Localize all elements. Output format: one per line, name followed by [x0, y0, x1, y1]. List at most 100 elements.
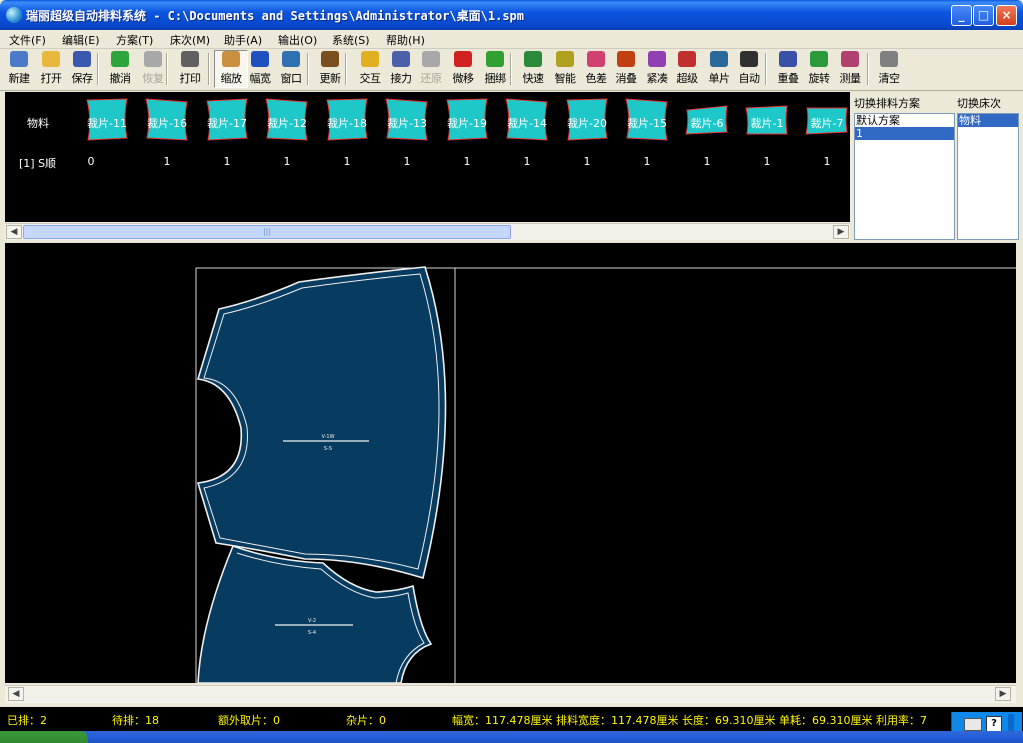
- canvas-scrollbar[interactable]: ◀ ▶: [5, 685, 1016, 703]
- toolbar-button-24[interactable]: 旋转: [803, 51, 835, 86]
- piece-thumbnail[interactable]: 裁片-16: [143, 98, 191, 144]
- keyboard-icon[interactable]: [964, 718, 982, 731]
- refresh-brush-icon: [321, 51, 339, 67]
- piece-thumbnail[interactable]: 裁片-20: [563, 98, 611, 144]
- piece-name: 裁片-13: [387, 117, 427, 130]
- toolbar-button-22[interactable]: 自动: [733, 51, 765, 86]
- toolbar-button-2[interactable]: 保存: [66, 51, 98, 86]
- scroll-thumb[interactable]: |||: [23, 225, 511, 239]
- menu-system[interactable]: 系统(S): [332, 32, 370, 48]
- piece-thumbnail[interactable]: 裁片-18: [323, 98, 371, 144]
- status-misc: 杂片：0: [346, 714, 386, 727]
- piece-thumbnail[interactable]: 裁片-13: [383, 98, 431, 144]
- toolbar-button-12[interactable]: 还原: [415, 51, 447, 86]
- toolbar-button-label: 超级: [676, 72, 699, 85]
- toolbar-button-21[interactable]: 单片: [703, 51, 735, 86]
- toolbar-button-label: 旋转: [808, 72, 831, 85]
- menu-output[interactable]: 输出(O): [278, 32, 317, 48]
- toolbar-button-label: 新建: [8, 72, 31, 85]
- toolbar-button-3[interactable]: 撤消: [104, 51, 136, 86]
- toolbar-button-26[interactable]: 清空: [873, 51, 905, 86]
- size-row-label: [1] S顺: [19, 157, 57, 170]
- pointer-arrow-icon: [361, 51, 379, 67]
- piece-b-label: V-2: [308, 618, 316, 624]
- toolbar-button-label: 消叠: [615, 72, 638, 85]
- piece-thumbnail[interactable]: 裁片-14: [503, 98, 551, 144]
- piece-thumbnail[interactable]: 裁片-1: [743, 98, 791, 144]
- toolbar-button-5[interactable]: 打印: [174, 51, 206, 86]
- toolbar-button-4[interactable]: 恢复: [137, 51, 169, 86]
- piece-count: 1: [523, 155, 531, 168]
- toolbar-button-1[interactable]: 打开: [35, 51, 67, 86]
- menu-edit[interactable]: 编辑(E): [62, 32, 100, 48]
- scheme-item[interactable]: 默认方案: [855, 114, 954, 127]
- toolbar-button-20[interactable]: 超级: [671, 51, 703, 86]
- compact-icon: [648, 51, 666, 67]
- measure-ruler-icon: [841, 51, 859, 67]
- piece-strip-scrollbar[interactable]: ◀ ||| ▶: [5, 223, 850, 240]
- menu-file[interactable]: 文件(F): [9, 32, 46, 48]
- toolbar-button-25[interactable]: 测量: [834, 51, 866, 86]
- close-button[interactable]: ×: [996, 5, 1017, 26]
- zoom-magnifier-icon: [222, 51, 240, 67]
- toolbar-button-16[interactable]: 智能: [549, 51, 581, 86]
- minimize-button[interactable]: _: [951, 5, 972, 26]
- toolbar-button-18[interactable]: 消叠: [610, 51, 642, 86]
- overlap-icon: [779, 51, 797, 67]
- app-globe-icon[interactable]: [6, 7, 22, 23]
- maximize-button[interactable]: □: [973, 5, 994, 26]
- taskbar: [0, 731, 1023, 743]
- open-folder-icon: [42, 51, 60, 67]
- toolbar-button-17[interactable]: 色差: [580, 51, 612, 86]
- toolbar-button-23[interactable]: 重叠: [772, 51, 804, 86]
- piece-name: 裁片-6: [690, 117, 724, 130]
- piece-thumbnail[interactable]: 裁片-19: [443, 98, 491, 144]
- toolbar-button-13[interactable]: 微移: [447, 51, 479, 86]
- canvas-scroll-left-button[interactable]: ◀: [8, 687, 24, 701]
- marker-canvas[interactable]: V-1W S-S V-2 S-4: [5, 243, 1016, 683]
- toolbar-button-label: 还原: [420, 72, 443, 85]
- start-button[interactable]: [0, 731, 88, 743]
- menu-help[interactable]: 帮助(H): [386, 32, 425, 48]
- scheme-listbox[interactable]: 默认方案 1: [854, 113, 955, 240]
- pattern-piece-a[interactable]: V-1W S-S: [196, 266, 447, 580]
- piece-name: 裁片-16: [147, 117, 187, 130]
- save-disk-icon: [73, 51, 91, 67]
- bed-item-selected[interactable]: 物料: [958, 114, 1018, 127]
- toolbar-button-14[interactable]: 捆绑: [479, 51, 511, 86]
- piece-thumbnail[interactable]: 裁片-11: [83, 98, 131, 144]
- canvas-scroll-right-button[interactable]: ▶: [995, 687, 1011, 701]
- menu-bed[interactable]: 床次(M): [170, 32, 210, 48]
- piece-thumbnail[interactable]: 裁片-6: [683, 98, 731, 144]
- toolbar-button-8[interactable]: 窗口: [275, 51, 307, 86]
- piece-thumbnail[interactable]: 裁片-15: [623, 98, 671, 144]
- piece-thumbnail[interactable]: 裁片-12: [263, 98, 311, 144]
- bed-listbox[interactable]: 物料: [957, 113, 1019, 240]
- piece-count: 1: [703, 155, 711, 168]
- scroll-left-button[interactable]: ◀: [6, 225, 22, 239]
- piece-thumbnail[interactable]: 裁片-17: [203, 98, 251, 144]
- scroll-right-button[interactable]: ▶: [833, 225, 849, 239]
- toolbar-button-label: 单片: [708, 72, 731, 85]
- status-placed: 已排：2: [7, 714, 47, 727]
- redo-arrow-icon: [144, 51, 162, 67]
- clear-trash-icon: [880, 51, 898, 67]
- new-file-icon: [10, 51, 28, 67]
- toolbar-button-19[interactable]: 紧凑: [641, 51, 673, 86]
- piece-count: 1: [643, 155, 651, 168]
- fast-nest-icon: [524, 51, 542, 67]
- toolbar-button-0[interactable]: 新建: [3, 51, 35, 86]
- toolbar-button-11[interactable]: 接力: [385, 51, 417, 86]
- piece-name: 裁片-14: [507, 117, 547, 130]
- toolbar-button-label: 微移: [452, 72, 475, 85]
- menu-assistant[interactable]: 助手(A): [224, 32, 262, 48]
- piece-thumbnail[interactable]: 裁片-7: [803, 98, 851, 144]
- toolbar-button-7[interactable]: 幅宽: [244, 51, 276, 86]
- scheme-item-selected[interactable]: 1: [855, 127, 954, 140]
- toolbar-button-15[interactable]: 快速: [517, 51, 549, 86]
- toolbar-button-10[interactable]: 交互: [354, 51, 386, 86]
- toolbar-button-6[interactable]: 缩放: [214, 50, 248, 88]
- help-icon[interactable]: ?: [986, 716, 1002, 732]
- menu-scheme[interactable]: 方案(T): [116, 32, 153, 48]
- toolbar-button-9[interactable]: 更新: [314, 51, 346, 86]
